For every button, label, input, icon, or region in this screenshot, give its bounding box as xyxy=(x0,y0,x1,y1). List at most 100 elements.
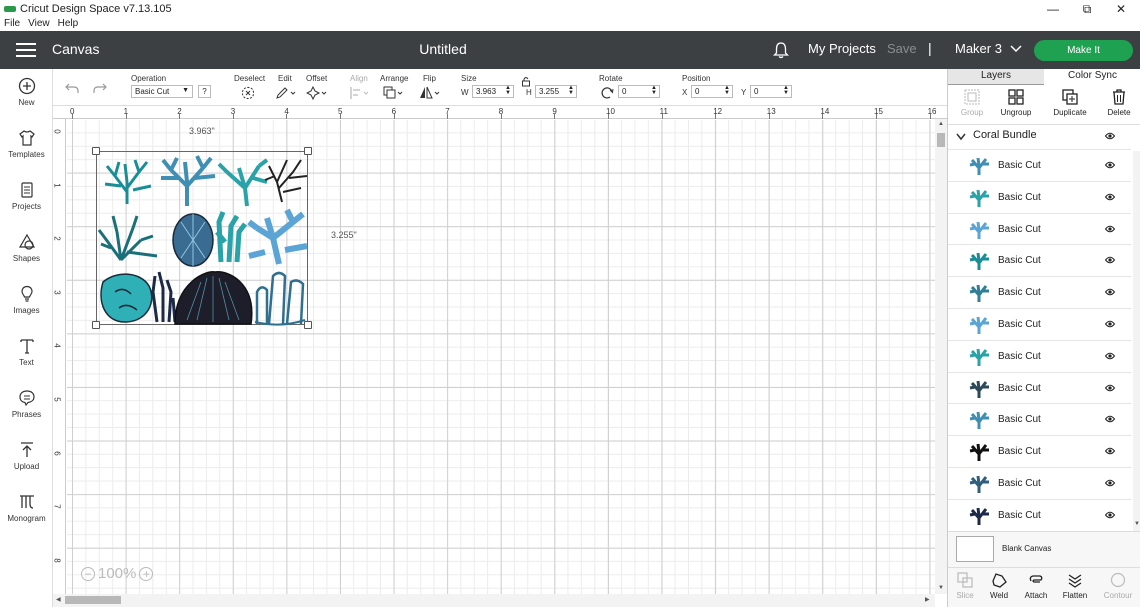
my-projects-button[interactable]: My Projects xyxy=(808,41,876,56)
text-button[interactable]: Text xyxy=(0,337,53,367)
eye-icon[interactable] xyxy=(1105,132,1115,140)
duplicate-button[interactable]: Duplicate xyxy=(1046,89,1094,117)
delete-button[interactable]: Delete xyxy=(1095,89,1140,117)
selection-height-label: 3.255" xyxy=(331,230,357,240)
eye-icon[interactable] xyxy=(1105,352,1115,360)
zoom-control: − 100% + xyxy=(81,565,154,582)
projects-button[interactable]: Projects xyxy=(0,181,53,211)
align-icon[interactable] xyxy=(349,86,371,100)
layer-row[interactable]: Basic Cut xyxy=(948,435,1131,468)
eye-icon[interactable] xyxy=(1105,511,1115,519)
horizontal-scrollbar[interactable]: ◀ ▶ xyxy=(53,594,935,607)
contour-button[interactable]: Contour xyxy=(1093,572,1140,600)
menu-file[interactable]: File xyxy=(4,18,20,32)
vertical-scrollbar[interactable]: ▲ ▼ xyxy=(935,119,947,594)
resize-handle[interactable] xyxy=(92,321,100,329)
menu-view[interactable]: View xyxy=(28,18,50,32)
blank-canvas-swatch[interactable] xyxy=(956,536,994,562)
upload-button[interactable]: Upload xyxy=(0,441,53,471)
layer-row[interactable]: Basic Cut xyxy=(948,467,1131,499)
maximize-button[interactable]: ⧉ xyxy=(1070,0,1104,18)
layer-row[interactable]: Basic Cut xyxy=(948,403,1131,436)
x-input[interactable]: 0 ▲ ▼ xyxy=(691,85,733,98)
templates-button[interactable]: Templates xyxy=(0,129,53,159)
layer-row[interactable]: Basic Cut xyxy=(948,212,1131,245)
eye-icon[interactable] xyxy=(1105,161,1115,169)
layer-thumbnail-icon xyxy=(969,253,989,271)
ruler-left-tick: 3 xyxy=(53,290,62,295)
width-input[interactable]: 3.963 ▲ ▼ xyxy=(472,85,514,98)
shirt-icon xyxy=(18,130,35,146)
eye-icon[interactable] xyxy=(1105,447,1115,455)
edit-pen-icon[interactable] xyxy=(275,86,297,100)
eye-icon[interactable] xyxy=(1105,384,1115,392)
lock-icon[interactable] xyxy=(521,76,531,87)
group-row-coral-bundle[interactable]: Coral Bundle xyxy=(948,125,1131,149)
selection-box[interactable] xyxy=(92,147,312,329)
layer-row[interactable]: Basic Cut xyxy=(948,149,1131,181)
group-icon xyxy=(964,89,980,105)
operation-select[interactable]: Basic Cut ▼ xyxy=(131,85,193,98)
redo-icon[interactable] xyxy=(93,82,107,94)
zoom-in-button[interactable]: + xyxy=(139,566,154,581)
resize-handle[interactable] xyxy=(304,147,312,155)
layer-thumbnail-icon xyxy=(969,348,989,366)
height-input[interactable]: 3.255 ▲ ▼ xyxy=(535,85,577,98)
zoom-out-button[interactable]: − xyxy=(81,566,95,581)
blank-canvas-row[interactable]: Blank Canvas xyxy=(948,531,1140,567)
coral-bundle-artwork[interactable] xyxy=(97,152,309,326)
images-button[interactable]: Images xyxy=(0,285,53,315)
eye-icon[interactable] xyxy=(1105,256,1115,264)
trash-icon xyxy=(1113,89,1125,105)
operation-help-button[interactable]: ? xyxy=(198,85,211,98)
layer-row[interactable]: Basic Cut xyxy=(948,308,1131,340)
layer-row[interactable]: Basic Cut xyxy=(948,180,1131,213)
layers-scrollbar[interactable]: ▼ xyxy=(1133,151,1140,531)
chat-icon xyxy=(18,390,35,407)
save-button[interactable]: Save xyxy=(887,41,917,56)
eye-icon[interactable] xyxy=(1105,320,1115,328)
make-it-button[interactable]: Make It xyxy=(1034,40,1133,61)
menu-bar: File View Help xyxy=(0,18,1140,32)
layer-row[interactable]: Basic Cut xyxy=(948,276,1131,309)
tab-layers[interactable]: Layers xyxy=(948,69,1044,85)
group-label: Group xyxy=(960,108,984,117)
flip-icon[interactable] xyxy=(419,86,441,100)
tab-color-sync[interactable]: Color Sync xyxy=(1044,69,1140,85)
layer-row[interactable]: Basic Cut xyxy=(948,244,1131,277)
y-input[interactable]: 0 ▲ ▼ xyxy=(750,85,792,98)
layer-row[interactable]: Basic Cut xyxy=(948,498,1131,530)
rotate-label: Rotate xyxy=(599,74,623,83)
arrange-icon[interactable] xyxy=(383,86,405,100)
eye-icon[interactable] xyxy=(1105,288,1115,296)
group-button[interactable]: Group xyxy=(948,89,996,117)
monogram-button[interactable]: Monogram xyxy=(0,493,53,523)
ungroup-button[interactable]: Ungroup xyxy=(992,89,1040,117)
ruler-left-tick: 2 xyxy=(53,236,62,241)
machine-name: Maker 3 xyxy=(955,41,1002,56)
undo-icon[interactable] xyxy=(65,82,79,94)
rotate-icon xyxy=(601,87,614,99)
new-button[interactable]: New xyxy=(0,77,53,107)
offset-icon[interactable] xyxy=(306,86,328,100)
menu-help[interactable]: Help xyxy=(58,18,79,32)
eye-icon[interactable] xyxy=(1105,225,1115,233)
y-label: Y xyxy=(741,88,747,97)
minimize-button[interactable]: — xyxy=(1036,0,1070,18)
layer-row[interactable]: Basic Cut xyxy=(948,371,1131,404)
eye-icon[interactable] xyxy=(1105,415,1115,423)
phrases-button[interactable]: Phrases xyxy=(0,389,53,419)
eye-icon[interactable] xyxy=(1105,193,1115,201)
resize-handle[interactable] xyxy=(304,321,312,329)
notification-bell-icon[interactable] xyxy=(773,41,789,59)
deselect-icon[interactable] xyxy=(241,86,255,100)
rotate-input[interactable]: 0 ▲ ▼ xyxy=(618,85,660,98)
chevron-down-icon[interactable] xyxy=(956,133,966,141)
eye-icon[interactable] xyxy=(1105,479,1115,487)
machine-selector[interactable]: Maker 3 xyxy=(955,41,1022,56)
resize-handle[interactable] xyxy=(92,147,100,155)
layer-row[interactable]: Basic Cut xyxy=(948,339,1131,372)
close-window-button[interactable]: ✕ xyxy=(1104,0,1138,18)
shapes-button[interactable]: Shapes xyxy=(0,233,53,263)
align-label: Align xyxy=(350,74,368,83)
